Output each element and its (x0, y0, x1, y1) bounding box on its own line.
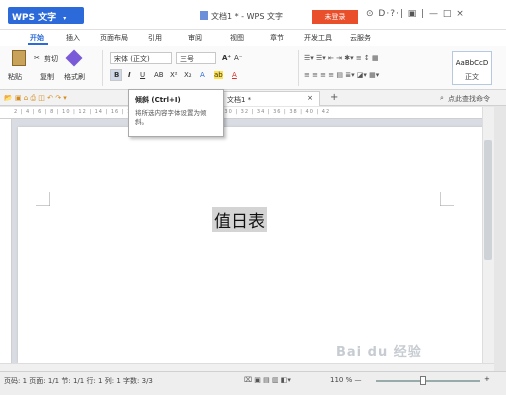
app-window: WPS 文字 ▾ 文档1 * - WPS 文字 未登录 ⊙ D·?·| ▣ | … (0, 0, 506, 395)
underline-button[interactable]: U (140, 71, 145, 79)
chevron-down-icon: ▾ (63, 15, 67, 22)
paste-icon[interactable] (12, 50, 26, 66)
tab-review[interactable]: 审阅 (188, 33, 202, 43)
bullet-list-icon[interactable]: ☰▾ ☰▾ ⇤ ⇥ ✱▾ ≡ ↕ ▦ (304, 54, 379, 62)
zoom-value: 110 % (330, 376, 353, 384)
tab-page-layout[interactable]: 页面布局 (100, 33, 128, 43)
tab-references[interactable]: 引用 (148, 33, 162, 43)
tab-chapter[interactable]: 章节 (270, 33, 284, 43)
document-tab-label: 文档1 * (227, 96, 252, 104)
cut-button[interactable]: 剪切 (44, 54, 58, 64)
window-controls[interactable]: ⊙ D·?·| ▣ | — □ × (366, 9, 465, 19)
align-icons[interactable]: ≡ ≡ ≡ ≡ ▤ ≣▾ ◪▾ ▦▾ (304, 71, 379, 79)
status-row: 行: 1 (86, 377, 103, 385)
active-tab-indicator (28, 43, 48, 45)
status-info: 页码: 1 页面: 1/1 节: 1/1 行: 1 列: 1 字数: 3/3 (4, 376, 153, 386)
watermark: Bai du 经验 (336, 345, 422, 360)
zoom-slider-handle[interactable] (420, 376, 426, 385)
tooltip: 倾斜 (Ctrl+I) 将所选内容字体设置为倾斜。 (128, 89, 224, 137)
login-button[interactable]: 未登录 (312, 10, 358, 24)
new-tab-button[interactable]: + (330, 92, 338, 103)
tab-home[interactable]: 开始 (30, 33, 44, 43)
document-icon (200, 11, 208, 20)
font-color-icon[interactable]: A (232, 71, 237, 79)
vertical-ruler[interactable] (0, 119, 12, 363)
status-word-count[interactable]: 字数: 3/3 (123, 377, 153, 385)
tab-view[interactable]: 视图 (230, 33, 244, 43)
zoom-out-button[interactable]: — (354, 376, 361, 384)
search-icon[interactable]: ⌕ (440, 94, 444, 103)
italic-button[interactable]: I (128, 71, 131, 79)
paste-button[interactable]: 粘贴 (8, 72, 22, 82)
status-column: 列: 1 (104, 377, 121, 385)
abc-button[interactable]: AB (154, 71, 164, 79)
style-name: 正文 (465, 73, 479, 81)
zoom-slider[interactable] (376, 380, 480, 382)
ribbon-separator (102, 50, 103, 86)
font-size-select[interactable]: 三号 (176, 52, 216, 64)
bold-button[interactable]: B (110, 69, 122, 81)
tooltip-title: 倾斜 (Ctrl+I) (135, 96, 181, 104)
text-effect-icon[interactable]: A (200, 71, 205, 79)
margin-corner-mark (36, 192, 50, 206)
format-painter-button[interactable]: 格式刷 (64, 72, 85, 82)
document-page[interactable] (18, 127, 488, 363)
document-title-text: 文档1 * - WPS 文字 (211, 12, 283, 21)
superscript-button[interactable]: X² (170, 71, 178, 79)
subscript-button[interactable]: X₂ (184, 71, 192, 79)
zoom-level[interactable]: 110 % — (330, 376, 361, 384)
ribbon-separator (298, 50, 299, 86)
margin-corner-mark (440, 192, 454, 206)
quick-access-icons[interactable]: 📂 ▣ ⌂ ⎙ ◫ ↶ ↷ ▾ (4, 94, 67, 103)
status-section: 节: 1/1 (61, 377, 85, 385)
grow-font-button[interactable]: A⁺ (222, 54, 231, 62)
document-title: 文档1 * - WPS 文字 (200, 11, 283, 22)
tab-insert[interactable]: 插入 (66, 33, 80, 43)
tooltip-description: 将所选内容字体设置为倾斜。 (135, 109, 207, 126)
style-gallery-normal[interactable]: AaBbCcD 正文 (452, 51, 492, 85)
horizontal-scrollbar[interactable] (0, 363, 494, 371)
close-icon[interactable]: × (307, 94, 313, 102)
zoom-in-button[interactable]: + (484, 375, 490, 383)
highlight-icon[interactable]: ab (214, 71, 223, 79)
ruler-ticks: 2 | 4 | 6 | 8 | 10 | 12 | 14 | 16 | 18 |… (14, 109, 331, 115)
app-brand-label: WPS 文字 (12, 13, 57, 23)
style-preview: AaBbCcD (455, 59, 489, 67)
status-page: 页码: 1 (4, 377, 28, 385)
app-menu-button[interactable]: WPS 文字 ▾ (8, 7, 84, 24)
status-pages: 页面: 1/1 (29, 377, 60, 385)
search-command-input[interactable]: 点此查找命令 (448, 94, 490, 104)
shrink-font-button[interactable]: A⁻ (234, 54, 242, 62)
scissors-icon[interactable]: ✂ (34, 54, 40, 62)
document-heading[interactable]: 值日表 (212, 207, 267, 232)
tab-cloud[interactable]: 云服务 (350, 33, 371, 43)
tab-developer[interactable]: 开发工具 (304, 33, 332, 43)
scrollbar-thumb[interactable] (484, 140, 492, 260)
font-name-select[interactable]: 宋体 (正文) (110, 52, 172, 64)
copy-button[interactable]: 复制 (40, 72, 54, 82)
view-mode-icons[interactable]: ⌧ ▣ ▤ ▥ ◧▾ (244, 376, 291, 384)
menu-bar: 开始 插入 页面布局 引用 审阅 视图 章节 开发工具 云服务 (0, 30, 506, 46)
